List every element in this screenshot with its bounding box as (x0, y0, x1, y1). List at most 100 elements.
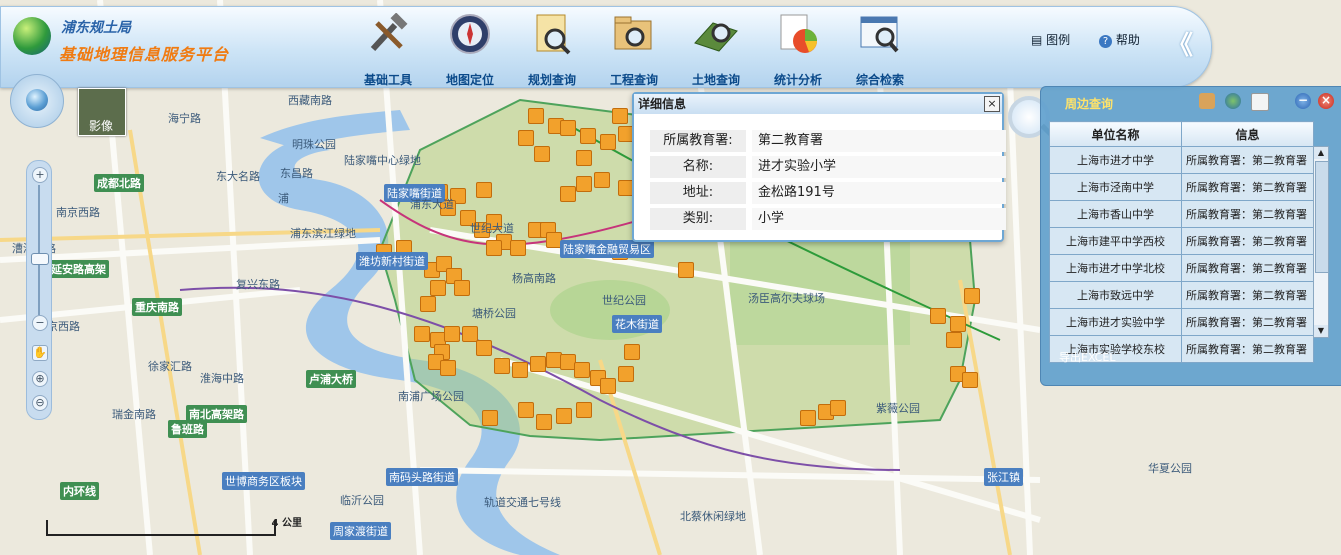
table-row[interactable]: 上海市进才实验中学 所属教育署：第二教育署 (1049, 308, 1314, 336)
map-label: 延安路高架 (48, 260, 109, 278)
map-label: 卢浦大桥 (306, 370, 356, 388)
zoom-track[interactable] (38, 185, 40, 315)
detail-value: 进才实验小学 (752, 156, 1006, 178)
school-marker-icon[interactable] (560, 120, 576, 136)
tool-planning-query[interactable]: 规划查询 (517, 13, 587, 91)
top-toolbar: 浦东规土局 基础地理信息服务平台 基础工具 地图定位 规划查询 工程查询 土地查… (0, 6, 1212, 88)
collapse-toolbar-icon[interactable]: 《 (1167, 25, 1193, 62)
column-header[interactable]: 单位名称 (1049, 121, 1182, 147)
school-marker-icon[interactable] (576, 176, 592, 192)
school-marker-icon[interactable] (444, 326, 460, 342)
school-marker-icon[interactable] (576, 150, 592, 166)
school-marker-icon[interactable] (580, 128, 596, 144)
help-button[interactable]: ? 帮助 (1099, 31, 1140, 48)
school-marker-icon[interactable] (482, 410, 498, 426)
map-label: 周家渡街道 (330, 522, 391, 540)
minimize-icon[interactable]: − (1295, 93, 1311, 109)
tool-statistics[interactable]: 统计分析 (763, 13, 833, 91)
school-marker-icon[interactable] (556, 408, 572, 424)
table-row[interactable]: 上海市泾南中学 所属教育署：第二教育署 (1049, 173, 1314, 201)
table-row[interactable]: 上海市香山中学 所属教育署：第二教育署 (1049, 200, 1314, 228)
school-marker-icon[interactable] (530, 356, 546, 372)
pan-hand-icon[interactable]: ✋ (32, 345, 48, 361)
school-marker-icon[interactable] (930, 308, 946, 324)
unit-name-cell: 上海市致远中学 (1049, 281, 1182, 309)
school-marker-icon[interactable] (534, 146, 550, 162)
detail-value: 小学 (752, 208, 1006, 230)
school-marker-icon[interactable] (618, 366, 634, 382)
zoom-handle[interactable] (31, 253, 49, 265)
zoom-slider[interactable]: + − ✋ ⊕ ⊖ (26, 160, 52, 420)
school-marker-icon[interactable] (574, 362, 590, 378)
map-label: 世博商务区板块 (222, 472, 305, 490)
tool-project-query[interactable]: 工程查询 (599, 13, 669, 91)
school-marker-icon[interactable] (536, 414, 552, 430)
school-marker-icon[interactable] (420, 296, 436, 312)
calendar-icon[interactable] (1251, 93, 1269, 111)
school-marker-icon[interactable] (528, 108, 544, 124)
school-marker-icon[interactable] (950, 316, 966, 332)
school-marker-icon[interactable] (624, 344, 640, 360)
school-marker-icon[interactable] (612, 108, 628, 124)
map-label: 浦 (278, 192, 289, 205)
school-marker-icon[interactable] (494, 358, 510, 374)
school-marker-icon[interactable] (512, 362, 528, 378)
school-marker-icon[interactable] (476, 340, 492, 356)
scroll-thumb[interactable] (1315, 161, 1329, 273)
map-label: 世纪大道 (470, 222, 514, 235)
school-marker-icon[interactable] (946, 332, 962, 348)
tool-basic-tools[interactable]: 基础工具 (353, 12, 423, 91)
table-row[interactable]: 上海市致远中学 所属教育署：第二教育署 (1049, 281, 1314, 309)
close-icon[interactable]: × (984, 96, 1000, 112)
legend-button[interactable]: ▤ 图例 (1031, 31, 1070, 48)
school-marker-icon[interactable] (800, 410, 816, 426)
imagery-toggle-button[interactable]: 影像 (78, 88, 126, 136)
table-row[interactable]: 上海市建平中学西校 所属教育署：第二教育署 (1049, 227, 1314, 255)
tool-land-query[interactable]: 土地查询 (681, 13, 751, 91)
map-label: 明珠公园 (292, 138, 336, 151)
map-label: 南浦广场公园 (398, 390, 464, 403)
image-query-icon[interactable] (1199, 93, 1215, 109)
table-row[interactable]: 上海市进才中学 所属教育署：第二教育署 (1049, 146, 1314, 174)
school-marker-icon[interactable] (414, 326, 430, 342)
zoom-out-button[interactable]: − (32, 315, 48, 331)
school-marker-icon[interactable] (600, 134, 616, 150)
zoom-in-tool-icon[interactable]: ⊕ (32, 371, 48, 387)
school-marker-icon[interactable] (440, 360, 456, 376)
help-label: 帮助 (1115, 33, 1140, 47)
school-marker-icon[interactable] (576, 402, 592, 418)
scroll-up-icon[interactable]: ▲ (1314, 147, 1328, 159)
school-marker-icon[interactable] (510, 240, 526, 256)
map-label: 淮海中路 (200, 372, 244, 385)
table-scrollbar[interactable]: ▲ ▼ (1313, 146, 1329, 338)
unit-name-cell: 上海市建平中学西校 (1049, 227, 1182, 255)
close-icon[interactable]: × (1318, 93, 1334, 109)
school-marker-icon[interactable] (594, 172, 610, 188)
school-marker-icon[interactable] (476, 182, 492, 198)
zoom-out-tool-icon[interactable]: ⊖ (32, 395, 48, 411)
school-marker-icon[interactable] (454, 280, 470, 296)
school-marker-icon[interactable] (964, 288, 980, 304)
school-marker-icon[interactable] (600, 378, 616, 394)
pan-navigation-wheel[interactable] (10, 74, 64, 128)
tool-map-locate[interactable]: 地图定位 (435, 13, 505, 91)
school-marker-icon[interactable] (560, 186, 576, 202)
globe-icon[interactable] (1225, 93, 1241, 109)
school-marker-icon[interactable] (430, 280, 446, 296)
table-row[interactable]: 上海市进才中学北校 所属教育署：第二教育署 (1049, 254, 1314, 282)
tool-comprehensive-search[interactable]: 综合检索 (845, 13, 915, 91)
school-marker-icon[interactable] (518, 130, 534, 146)
info-cell: 所属教育署：第二教育署 (1181, 146, 1314, 174)
school-marker-icon[interactable] (518, 402, 534, 418)
school-marker-icon[interactable] (486, 240, 502, 256)
school-marker-icon[interactable] (830, 400, 846, 416)
school-marker-icon[interactable] (962, 372, 978, 388)
column-header[interactable]: 信息 (1181, 121, 1314, 147)
scale-bar: 4 公里 (46, 518, 302, 536)
detail-row: 所属教育署: 第二教育署 (650, 130, 1006, 154)
export-excel-button[interactable]: 导出EXCEL (1059, 349, 1115, 365)
map-label: 复兴东路 (236, 278, 280, 291)
school-marker-icon[interactable] (678, 262, 694, 278)
scroll-down-icon[interactable]: ▼ (1314, 325, 1328, 337)
zoom-in-button[interactable]: + (32, 167, 48, 183)
